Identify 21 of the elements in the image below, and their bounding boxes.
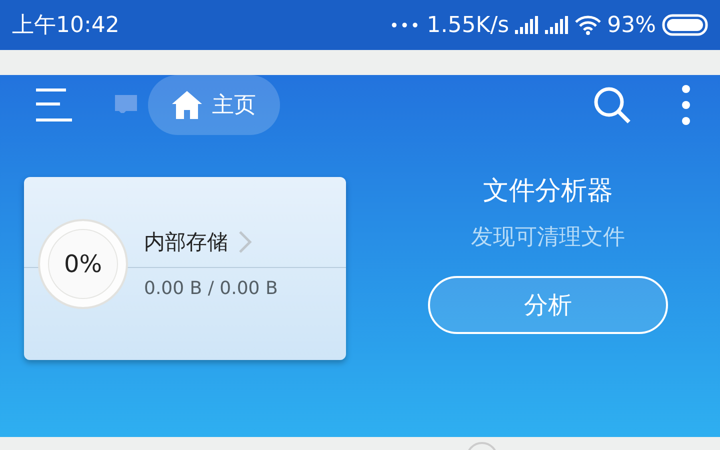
storage-usage: 0.00 B / 0.00 B	[144, 278, 278, 299]
signal-icon	[515, 16, 540, 34]
usage-percent: 0%	[64, 250, 102, 278]
storage-title: 内部存储	[144, 229, 228, 256]
battery-percent: 93%	[607, 12, 656, 38]
status-time: 上午10:42	[12, 12, 120, 40]
storage-card[interactable]: 0% 内部存储 0.00 B / 0.00 B	[24, 177, 346, 360]
analyzer-title: 文件分析器	[483, 175, 613, 208]
wifi-icon	[575, 15, 602, 35]
chevron-icon	[238, 230, 252, 254]
analyze-button[interactable]: 分析	[428, 276, 668, 334]
battery-icon	[662, 14, 708, 36]
sd-card-icon	[114, 95, 138, 115]
notification-dots: •••	[389, 16, 421, 34]
home-icon	[172, 91, 202, 119]
more-icon[interactable]	[682, 85, 690, 125]
home-breadcrumb[interactable]: 主页	[148, 75, 280, 135]
network-speed: 1.55K/s	[426, 12, 510, 38]
analyzer-subtitle: 发现可清理文件	[471, 224, 625, 252]
search-icon[interactable]	[592, 85, 632, 125]
signal-icon	[545, 16, 570, 34]
